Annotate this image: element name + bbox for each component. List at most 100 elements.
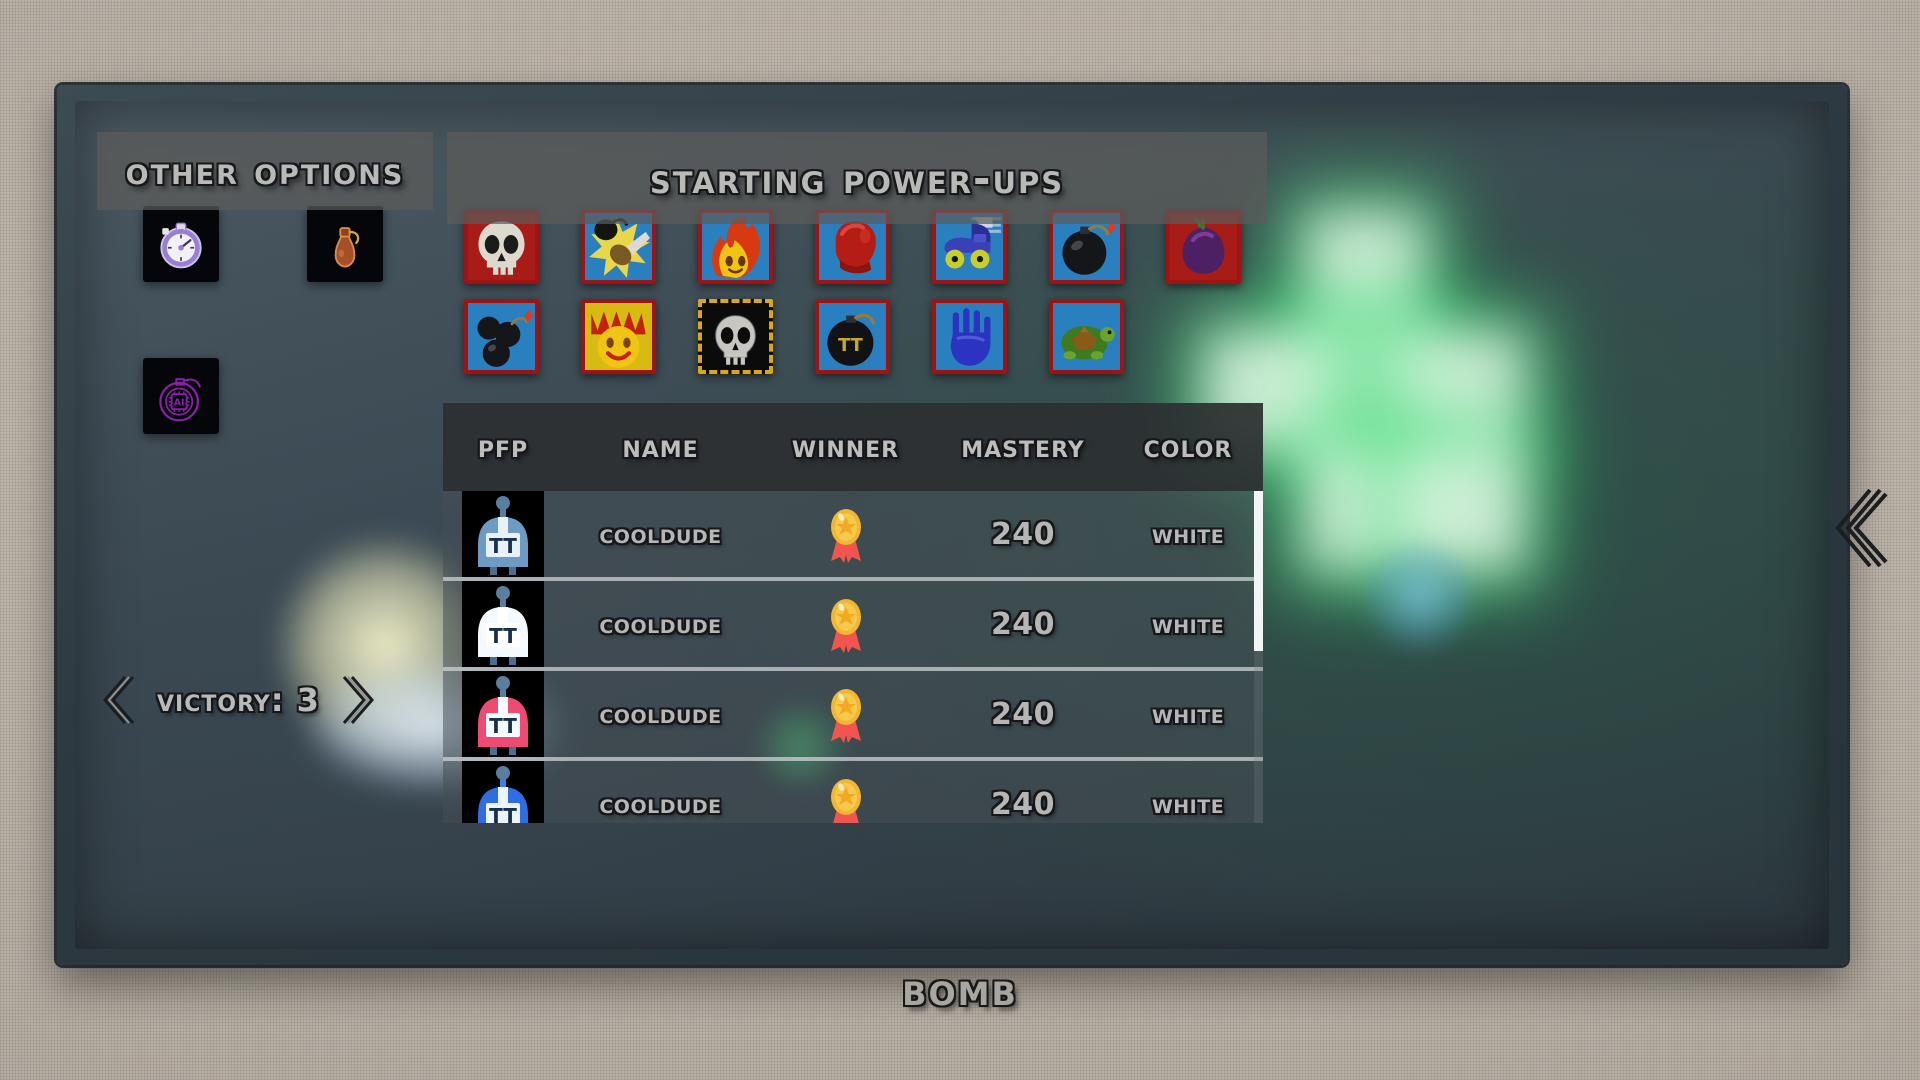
table-row[interactable]: TT CoolDude	[443, 761, 1263, 823]
player-name: CoolDude	[599, 608, 722, 640]
cell-winner	[758, 581, 933, 667]
player-name: CoolDude	[599, 518, 722, 550]
victory-stepper: Victory: 3	[103, 671, 374, 729]
avatar[interactable]: TT	[462, 761, 544, 823]
svg-text:TT: TT	[489, 534, 517, 558]
chevron-left-large-icon	[1835, 488, 1888, 568]
svg-text:TT: TT	[489, 624, 517, 648]
robot-avatar-icon: TT	[478, 496, 528, 575]
table-row[interactable]: TT CoolDude	[443, 581, 1263, 671]
column-header-name: Name	[622, 429, 699, 465]
leaderboard-scrollbar-thumb[interactable]	[1254, 491, 1263, 651]
robot-avatar-icon: TT	[478, 586, 528, 665]
option-potion-flask[interactable]	[307, 206, 383, 282]
game-frame: Other Options Starting Power-ups	[57, 85, 1847, 965]
bomb-cluster-icon	[477, 309, 533, 367]
tt-bomb-icon: TT	[827, 313, 876, 366]
player-name: CoolDude	[599, 698, 722, 730]
cell-winner	[758, 761, 933, 823]
svg-text:TT: TT	[489, 804, 517, 823]
medal-icon	[830, 689, 861, 743]
avatar[interactable]: TT	[462, 671, 544, 757]
svg-text:AI: AI	[174, 397, 185, 408]
medal-icon	[830, 779, 861, 823]
cell-pfp: TT	[443, 761, 563, 823]
cell-name: CoolDude	[563, 671, 758, 757]
selected-item-label: Bomb	[902, 962, 1018, 1016]
cell-color: White	[1113, 581, 1263, 667]
powerup-slot	[443, 299, 560, 389]
avatar[interactable]: TT	[462, 491, 544, 577]
victory-increment-button[interactable]	[334, 671, 374, 729]
stopwatch-icon	[160, 222, 202, 269]
chevron-left-icon	[103, 676, 135, 724]
ghost-skull-icon	[715, 315, 756, 365]
victory-decrement-button[interactable]	[103, 671, 143, 729]
cell-mastery: 240	[933, 671, 1113, 757]
powerup-slot	[1028, 299, 1145, 389]
leaderboard-panel: PFP Name Winner Mastery Color	[443, 403, 1263, 823]
powerup-tt-bomb[interactable]: TT	[815, 299, 890, 374]
svg-text:TT: TT	[838, 335, 864, 356]
turtle-icon	[1061, 326, 1115, 360]
cell-mastery: 240	[933, 761, 1113, 823]
powerup-slot	[560, 299, 677, 389]
avatar[interactable]: TT	[462, 581, 544, 667]
cell-mastery: 240	[933, 491, 1113, 577]
cell-color: White	[1113, 761, 1263, 823]
color-value: White	[1151, 698, 1225, 730]
starting-powerups-title: Starting Power-ups	[649, 153, 1065, 203]
cell-name: CoolDude	[563, 761, 758, 823]
powerup-grid: TT	[443, 209, 1273, 389]
flame-grin-icon	[591, 311, 646, 368]
powerup-turtle[interactable]	[1049, 299, 1124, 374]
other-options-header: Other Options	[97, 132, 433, 210]
ai-bomb-icon: AI	[159, 378, 201, 422]
victory-label: Victory: 3	[157, 681, 320, 719]
cell-mastery: 240	[933, 581, 1113, 667]
option-ai-bomb[interactable]: AI	[143, 358, 219, 434]
powerup-flame-grin[interactable]	[581, 299, 656, 374]
blue-glove-icon	[950, 308, 991, 366]
cell-color: White	[1113, 491, 1263, 577]
starting-powerups-header: Starting Power-ups	[447, 132, 1267, 224]
column-header-color: Color	[1143, 429, 1233, 465]
powerup-slot	[677, 299, 794, 389]
screen-root: Other Options Starting Power-ups	[0, 0, 1920, 1080]
color-value: White	[1151, 788, 1225, 820]
other-options-row-2: AI	[87, 318, 417, 434]
other-options-title: Other Options	[125, 149, 405, 193]
other-options-row-1	[87, 206, 417, 318]
cell-pfp: TT	[443, 581, 563, 667]
robot-avatar-icon: TT	[478, 676, 528, 755]
option-stopwatch-timer[interactable]	[143, 206, 219, 282]
next-page-button[interactable]	[1834, 484, 1890, 576]
medal-icon	[830, 509, 861, 563]
player-name: CoolDude	[599, 788, 722, 820]
leaderboard-body: TT CoolDude	[443, 491, 1263, 823]
chevron-right-icon	[342, 676, 374, 724]
robot-avatar-icon: TT	[478, 766, 528, 823]
mastery-value: 240	[990, 516, 1056, 552]
blue-bloom	[1365, 541, 1475, 651]
column-header-winner: Winner	[791, 429, 900, 465]
powerup-bomb-cluster[interactable]	[464, 299, 539, 374]
powerup-blue-glove[interactable]	[932, 299, 1007, 374]
potion-flask-icon	[334, 227, 360, 268]
powerup-ghost-skull[interactable]	[698, 299, 773, 374]
table-row[interactable]: TT CoolDude	[443, 671, 1263, 761]
cell-winner	[758, 491, 933, 577]
powerup-slot	[911, 299, 1028, 389]
cell-name: CoolDude	[563, 491, 758, 577]
svg-text:TT: TT	[489, 714, 517, 738]
cell-color: White	[1113, 671, 1263, 757]
playfield: Other Options Starting Power-ups	[75, 101, 1829, 949]
cell-name: CoolDude	[563, 581, 758, 667]
column-header-pfp: PFP	[477, 429, 529, 465]
table-row[interactable]: TT CoolDude	[443, 491, 1263, 581]
mastery-value: 240	[990, 696, 1056, 732]
medal-icon	[830, 599, 861, 653]
cell-winner	[758, 671, 933, 757]
cell-pfp: TT	[443, 491, 563, 577]
leaderboard-header-row: PFP Name Winner Mastery Color	[443, 403, 1263, 491]
